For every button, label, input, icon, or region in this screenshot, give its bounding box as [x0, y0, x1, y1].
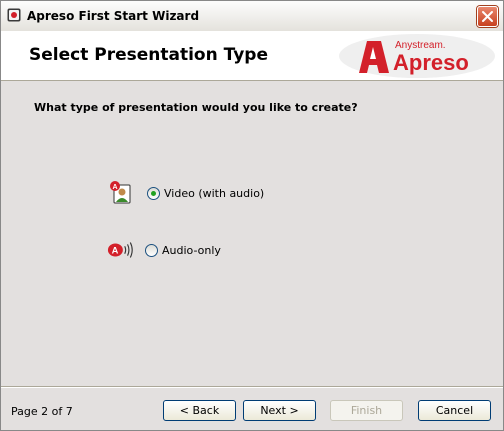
video-option-label: Video (with audio) — [164, 186, 265, 200]
apreso-logo: Anystream. Apreso — [339, 34, 495, 78]
finish-button[interactable]: Finish — [330, 400, 403, 421]
wizard-footer: Page 2 of 7 < Back Next > Finish Cancel — [1, 388, 503, 430]
window-title: Apreso First Start Wizard — [27, 9, 200, 23]
wizard-window: Apreso First Start Wizard Select Present… — [0, 0, 504, 431]
logo-product: Apreso — [393, 50, 469, 75]
page-title: Select Presentation Type — [29, 45, 268, 65]
audio-speaker-icon: A — [107, 242, 133, 258]
close-icon — [482, 11, 493, 22]
title-bar[interactable]: Apreso First Start Wizard — [1, 1, 503, 32]
audio-radio[interactable] — [145, 243, 158, 257]
cancel-button[interactable]: Cancel — [418, 400, 491, 421]
wizard-header: Select Presentation Type Anystream. Apre… — [1, 31, 503, 81]
svg-text:A: A — [113, 184, 118, 191]
close-button[interactable] — [477, 6, 498, 27]
question-label: What type of presentation would you like… — [34, 101, 358, 114]
page-indicator: Page 2 of 7 — [11, 405, 73, 418]
option-video[interactable]: A Video (with audio) — [109, 181, 264, 205]
video-presenter-icon: A — [110, 181, 131, 204]
next-button[interactable]: Next > — [243, 400, 316, 421]
svg-text:A: A — [112, 246, 119, 256]
wizard-body: What type of presentation would you like… — [1, 81, 503, 386]
video-radio[interactable] — [147, 186, 160, 200]
option-audio[interactable]: A Audio-only — [107, 238, 221, 262]
app-icon — [7, 8, 21, 22]
back-button[interactable]: < Back — [163, 400, 236, 421]
audio-option-label: Audio-only — [162, 243, 221, 257]
